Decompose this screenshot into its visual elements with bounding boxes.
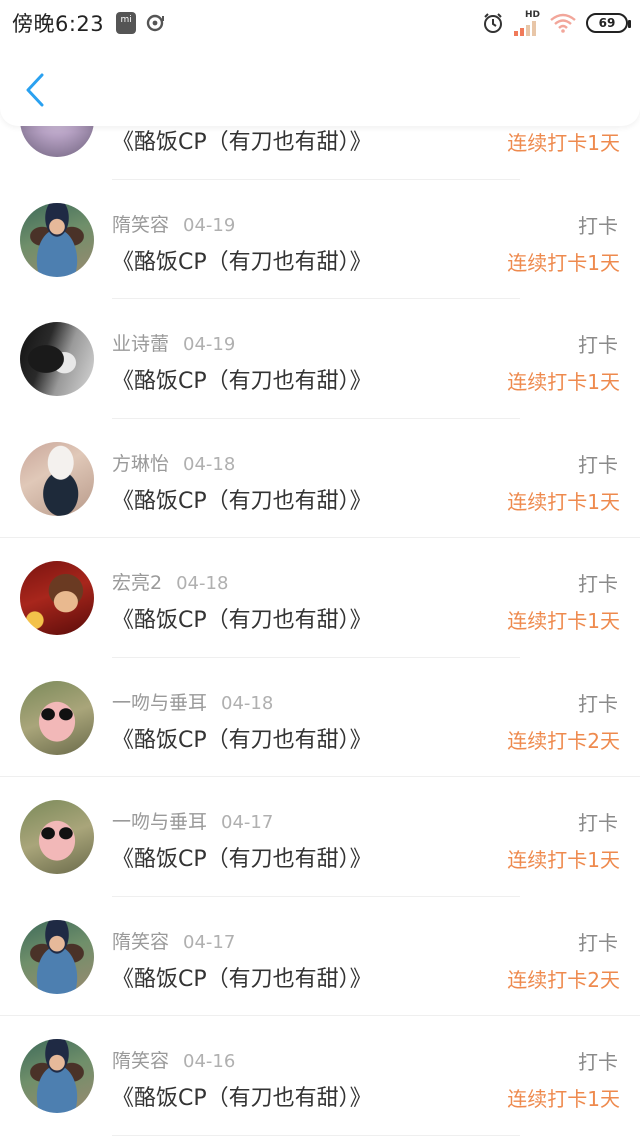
username[interactable]: 隋笑容 bbox=[112, 210, 169, 237]
user-avatar[interactable] bbox=[20, 561, 94, 635]
checkin-row[interactable]: 方琳怡 04-18 《酪饭CP（有刀也有甜）》 打卡 连续打卡1天 bbox=[0, 419, 640, 538]
streak-label: 连续打卡1天 bbox=[507, 250, 620, 275]
book-title[interactable]: 《酪饭CP（有刀也有甜）》 bbox=[112, 841, 372, 873]
mi-notification-icon: mi bbox=[116, 12, 137, 34]
checkin-row[interactable]: 隋笑容 04-16 《酪饭CP（有刀也有甜）》 打卡 连续打卡1天 bbox=[0, 1016, 640, 1136]
streak-label: 连续打卡1天 bbox=[507, 1087, 620, 1111]
streak-label: 连续打卡1天 bbox=[507, 489, 620, 514]
back-button[interactable] bbox=[20, 72, 50, 108]
book-title[interactable]: 《酪饭CP（有刀也有甜）》 bbox=[112, 124, 372, 156]
action-label: 打卡 bbox=[578, 811, 618, 835]
checkin-date: 04-19 bbox=[183, 334, 236, 355]
username[interactable]: 隋笑容 bbox=[112, 927, 169, 954]
battery-level: 69 bbox=[598, 16, 616, 30]
book-title[interactable]: 《酪饭CP（有刀也有甜）》 bbox=[112, 363, 372, 395]
book-title[interactable]: 《酪饭CP（有刀也有甜）》 bbox=[112, 483, 372, 515]
checkin-date: 04-17 bbox=[183, 931, 236, 953]
alarm-icon bbox=[484, 13, 502, 33]
checkin-row[interactable]: 业诗蕾 04-19 《酪饭CP（有刀也有甜）》 打卡 连续打卡1天 bbox=[0, 299, 640, 419]
checkin-row[interactable]: 一吻与垂耳 04-18 《酪饭CP（有刀也有甜）》 打卡 连续打卡2天 bbox=[0, 658, 640, 777]
username[interactable]: 宏亮2 bbox=[112, 568, 162, 595]
battery-icon: 69 bbox=[586, 13, 631, 33]
action-label: 打卡 bbox=[578, 572, 618, 596]
checkin-date: 04-18 bbox=[176, 573, 229, 594]
network-type-label: HD bbox=[524, 9, 540, 20]
status-time: 傍晚6:23 bbox=[12, 12, 105, 36]
user-avatar[interactable] bbox=[20, 441, 94, 516]
action-label: 打卡 bbox=[578, 452, 618, 477]
streak-label: 连续打卡1天 bbox=[507, 609, 620, 633]
meta-line: 隋笑容 04-19 bbox=[112, 210, 235, 237]
streak-label: 连续打卡1天 bbox=[507, 131, 620, 155]
user-avatar[interactable] bbox=[20, 322, 94, 396]
cellular-signal-icon: HD bbox=[514, 9, 540, 36]
user-avatar[interactable] bbox=[20, 919, 94, 994]
username[interactable]: 一吻与垂耳 bbox=[112, 807, 207, 834]
meta-line: 方琳怡 04-18 bbox=[112, 449, 235, 476]
username[interactable]: 业诗蕾 bbox=[112, 329, 169, 356]
streak-label: 连续打卡2天 bbox=[507, 967, 620, 992]
streak-label: 连续打卡1天 bbox=[507, 848, 620, 872]
action-label: 打卡 bbox=[578, 691, 618, 716]
username[interactable]: 方琳怡 bbox=[112, 449, 169, 476]
username[interactable]: 一吻与垂耳 bbox=[112, 688, 207, 715]
action-label: 打卡 bbox=[578, 333, 618, 357]
checkin-row[interactable]: 宏亮2 04-18 《酪饭CP（有刀也有甜）》 打卡 连续打卡1天 bbox=[0, 538, 640, 658]
chevron-left-icon bbox=[26, 73, 44, 107]
screen: 傍晚6:23 mi HD 69 《酪饭CP（有刀也有甜）》 连续打卡1天 隋笑容… bbox=[0, 0, 640, 1138]
streak-label: 连续打卡2天 bbox=[507, 728, 620, 753]
wifi-icon bbox=[550, 13, 576, 33]
action-label: 打卡 bbox=[578, 1050, 618, 1074]
sync-notification-icon bbox=[146, 14, 165, 32]
meta-line: 隋笑容 04-17 bbox=[112, 927, 235, 954]
checkin-date: 04-19 bbox=[183, 214, 236, 236]
checkin-row[interactable]: 隋笑容 04-19 《酪饭CP（有刀也有甜）》 打卡 连续打卡1天 bbox=[0, 180, 640, 299]
header-bar bbox=[0, 46, 640, 126]
book-title[interactable]: 《酪饭CP（有刀也有甜）》 bbox=[112, 602, 372, 634]
book-title[interactable]: 《酪饭CP（有刀也有甜）》 bbox=[112, 244, 372, 276]
book-title[interactable]: 《酪饭CP（有刀也有甜）》 bbox=[112, 722, 372, 754]
meta-line: 一吻与垂耳 04-18 bbox=[112, 688, 273, 715]
username[interactable]: 隋笑容 bbox=[112, 1046, 169, 1073]
checkin-row[interactable]: 一吻与垂耳 04-17 《酪饭CP（有刀也有甜）》 打卡 连续打卡1天 bbox=[0, 777, 640, 897]
row-divider bbox=[112, 1134, 520, 1136]
checkin-row[interactable]: 隋笑容 04-17 《酪饭CP（有刀也有甜）》 打卡 连续打卡2天 bbox=[0, 897, 640, 1016]
user-avatar[interactable] bbox=[20, 680, 94, 755]
status-bar: 傍晚6:23 mi HD 69 bbox=[0, 0, 640, 46]
checkin-date: 04-17 bbox=[221, 812, 274, 833]
action-label: 打卡 bbox=[578, 930, 618, 955]
user-avatar[interactable] bbox=[20, 800, 94, 874]
book-title[interactable]: 《酪饭CP（有刀也有甜）》 bbox=[112, 1080, 372, 1112]
checkin-date: 04-18 bbox=[221, 692, 274, 714]
user-avatar[interactable] bbox=[20, 202, 94, 277]
streak-label: 连续打卡1天 bbox=[507, 370, 620, 394]
status-right-icons: HD 69 bbox=[482, 9, 631, 36]
meta-line: 宏亮2 04-18 bbox=[112, 568, 228, 595]
meta-line: 业诗蕾 04-19 bbox=[112, 329, 235, 356]
book-title[interactable]: 《酪饭CP（有刀也有甜）》 bbox=[112, 961, 372, 993]
user-avatar[interactable] bbox=[20, 1039, 94, 1113]
status-left-icons: mi bbox=[116, 12, 166, 34]
checkin-list: 《酪饭CP（有刀也有甜）》 连续打卡1天 隋笑容 04-19 《酪饭CP（有刀也… bbox=[0, 60, 640, 1136]
checkin-date: 04-18 bbox=[183, 453, 236, 475]
action-label: 打卡 bbox=[578, 213, 618, 238]
meta-line: 一吻与垂耳 04-17 bbox=[112, 807, 273, 834]
checkin-date: 04-16 bbox=[183, 1051, 236, 1072]
meta-line: 隋笑容 04-16 bbox=[112, 1046, 235, 1073]
